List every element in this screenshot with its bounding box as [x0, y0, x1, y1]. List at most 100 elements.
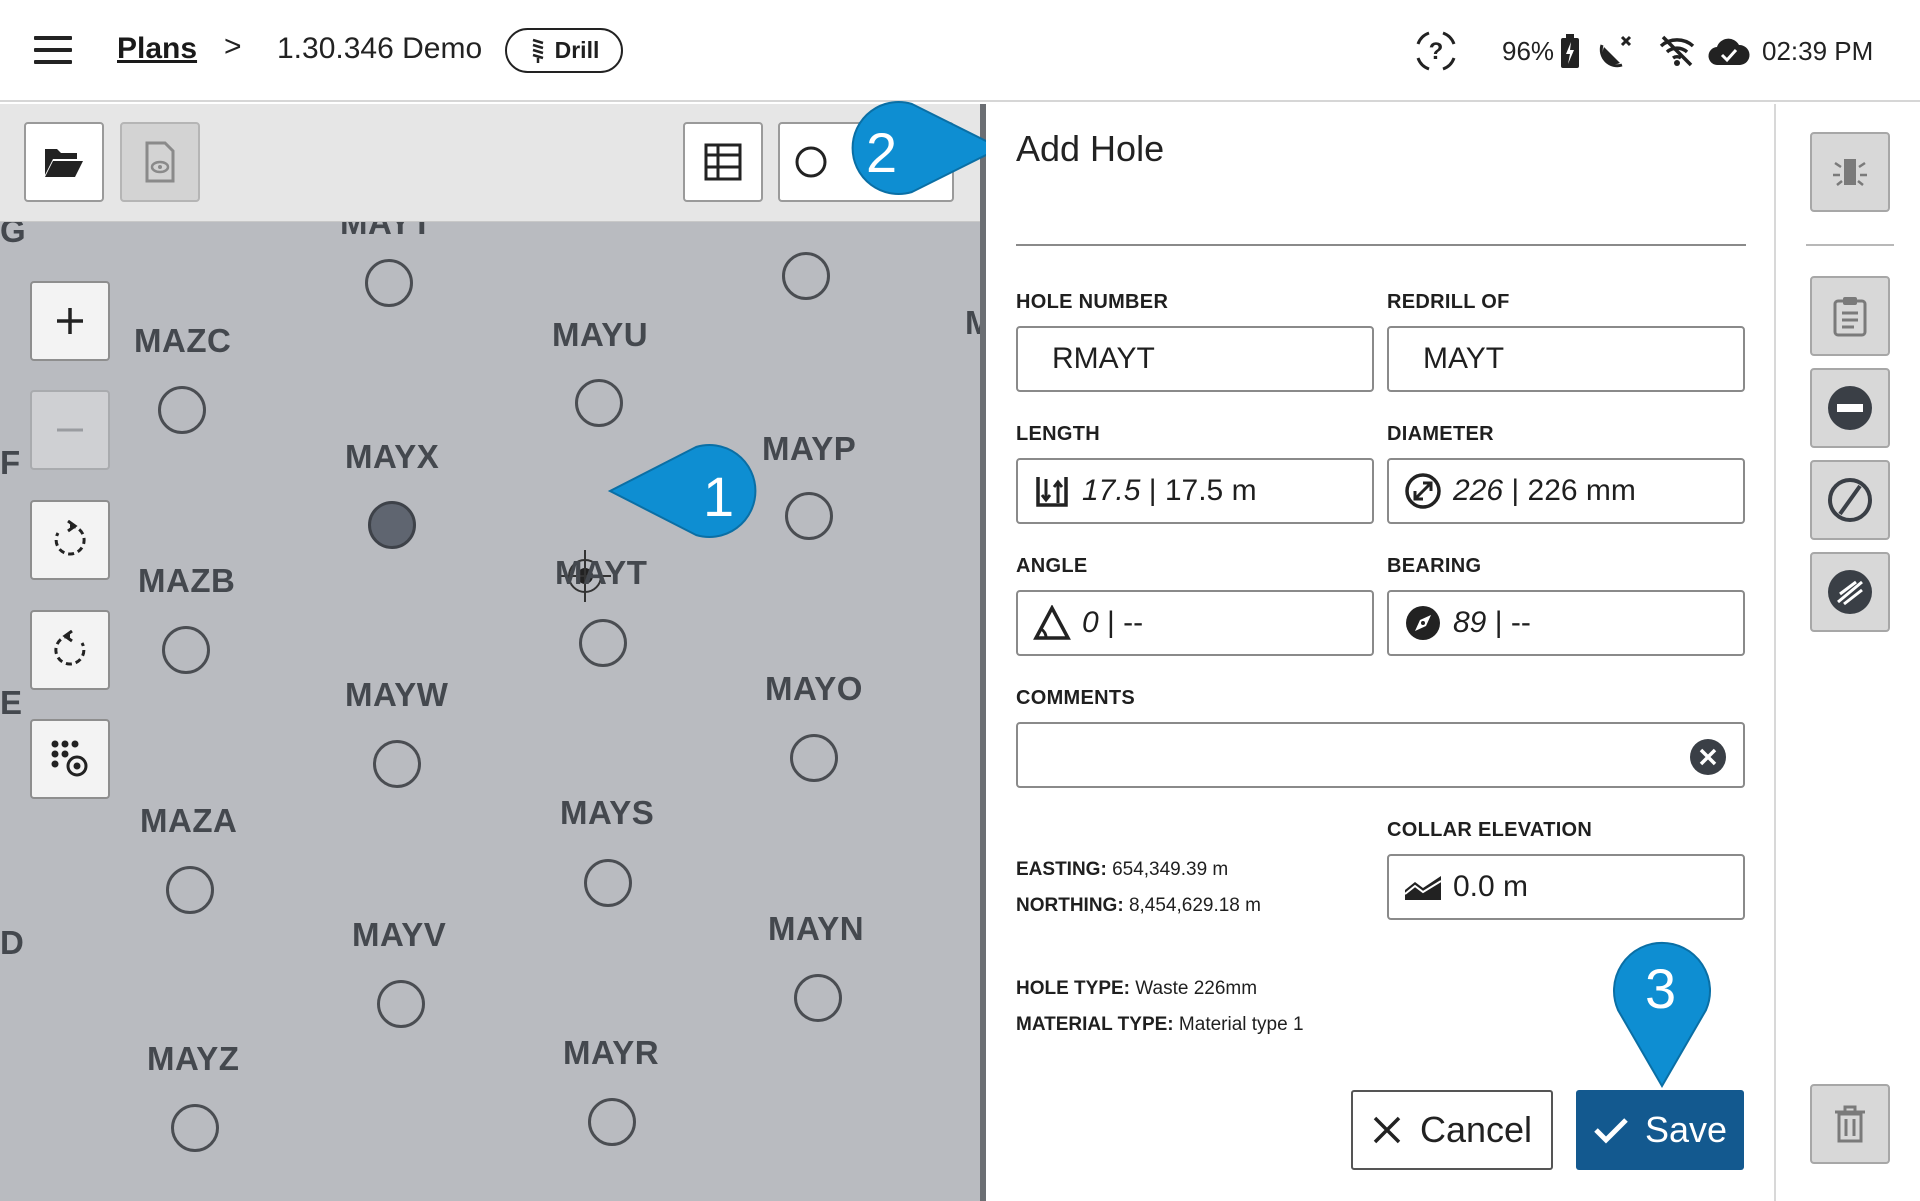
- cloud-synced-icon: [1708, 28, 1750, 74]
- zoom-out-button[interactable]: [30, 390, 110, 470]
- minus-circle-icon: [1828, 386, 1872, 430]
- hole-marker[interactable]: [162, 626, 210, 674]
- bearing-actual-value: | --: [1486, 606, 1531, 639]
- edge-label: D: [0, 924, 25, 961]
- hole-label: MAZA: [140, 802, 238, 839]
- bearing-label: BEARING: [1387, 555, 1482, 577]
- rotate-right-icon: [54, 520, 86, 556]
- cancel-button[interactable]: Cancel: [1351, 1090, 1553, 1170]
- hole-marker[interactable]: [588, 1098, 636, 1146]
- plan-map[interactable]: G MAYT M MAZC MAYU F MAYX MAYP MAZB MAYT…: [0, 104, 983, 1201]
- hole-marker-selected[interactable]: [368, 501, 416, 549]
- breadcrumb-current: 1.30.346 Demo: [277, 32, 483, 65]
- hole-marker[interactable]: [794, 974, 842, 1022]
- drill-mode-label: Drill: [554, 37, 600, 63]
- bearing-field[interactable]: 89 | --: [1387, 590, 1745, 656]
- hole-label: MAYU: [552, 316, 649, 353]
- rotate-counterclockwise-button[interactable]: [30, 610, 110, 690]
- top-app-bar: Plans > 1.30.346 Demo Drill ? 96% 02:39 …: [0, 0, 1920, 102]
- view-document-button[interactable]: [120, 122, 200, 202]
- easting-info: EASTING: 654,349.39 m: [1016, 859, 1228, 881]
- not-drilled-button[interactable]: [1810, 460, 1890, 540]
- svg-text:?: ?: [1429, 38, 1444, 65]
- hole-marker[interactable]: [584, 859, 632, 907]
- material-type-info: MATERIAL TYPE: Material type 1: [1016, 1014, 1304, 1036]
- hole-label: MAYT: [555, 554, 648, 591]
- northing-value: 8,454,629.18 m: [1128, 895, 1261, 916]
- diameter-actual-value: | 226 mm: [1503, 474, 1636, 507]
- collapse-hole-button[interactable]: [1810, 552, 1890, 632]
- split-hole-button[interactable]: [1810, 132, 1890, 212]
- hole-label: MAYX: [345, 438, 440, 475]
- hole-marker[interactable]: [373, 740, 421, 788]
- hole-marker[interactable]: [575, 379, 623, 427]
- clipboard-button[interactable]: [1810, 276, 1890, 356]
- save-button[interactable]: Save: [1576, 1090, 1744, 1170]
- hole-marker[interactable]: [782, 252, 830, 300]
- gps-off-icon: [1598, 28, 1634, 74]
- hole-type-value: Waste 226mm: [1135, 978, 1258, 999]
- dots-target-icon: [51, 740, 88, 777]
- divider: [1016, 244, 1746, 246]
- length-icon: [1032, 471, 1072, 511]
- hole-number-label: HOLE NUMBER: [1016, 291, 1169, 313]
- rail-divider: [1806, 244, 1894, 246]
- hole-type-info: HOLE TYPE: Waste 226mm: [1016, 978, 1257, 1000]
- callout-number-3: 3: [1645, 957, 1677, 1020]
- hole-label: MAYV: [352, 916, 447, 953]
- material-type-value: Material type 1: [1178, 1014, 1304, 1035]
- block-icon: [1828, 478, 1872, 522]
- hole-marker[interactable]: [171, 1104, 219, 1152]
- comments-field[interactable]: [1016, 722, 1745, 788]
- angle-field[interactable]: 0 | --: [1016, 590, 1374, 656]
- redrill-of-field[interactable]: MAYT: [1387, 326, 1745, 392]
- hole-label: MAYN: [768, 910, 865, 947]
- hole-label: MAYW: [345, 676, 449, 713]
- right-action-rail: [1774, 104, 1920, 1201]
- hole-marker[interactable]: [158, 386, 206, 434]
- comments-label: COMMENTS: [1016, 687, 1136, 709]
- breadcrumb-plans-link[interactable]: Plans: [117, 32, 197, 66]
- hole-marker[interactable]: [365, 259, 413, 307]
- save-label: Save: [1644, 1109, 1728, 1150]
- callout-marker-2: [851, 101, 1003, 195]
- clear-icon[interactable]: [1689, 738, 1727, 776]
- open-plan-button[interactable]: [24, 122, 104, 202]
- elevation-icon: [1403, 867, 1443, 907]
- hole-label: MAYR: [563, 1034, 660, 1071]
- hole-burst-icon: [1833, 159, 1867, 186]
- diameter-design-value: 226: [1453, 474, 1504, 507]
- compass-icon: [1403, 603, 1443, 643]
- table-view-button[interactable]: [683, 122, 763, 202]
- drill-mode-chip[interactable]: Drill: [505, 28, 623, 73]
- hole-label: MAYS: [560, 794, 655, 831]
- rotate-clockwise-button[interactable]: [30, 500, 110, 580]
- breadcrumb-separator: >: [224, 30, 242, 63]
- callout-number-2: 2: [866, 121, 898, 184]
- length-field[interactable]: 17.5 | 17.5 m: [1016, 458, 1374, 524]
- hole-marker[interactable]: [377, 980, 425, 1028]
- trash-icon: [1835, 1105, 1865, 1143]
- collar-elevation-field[interactable]: 0.0 m: [1387, 854, 1745, 920]
- bearing-design-value: 89: [1453, 606, 1487, 639]
- callout-number-1: 1: [703, 465, 735, 528]
- zoom-in-button[interactable]: [30, 281, 110, 361]
- easting-value: 654,349.39 m: [1112, 859, 1229, 880]
- rotate-left-icon: [54, 630, 86, 666]
- folder-open-icon: [45, 149, 83, 177]
- hole-marker[interactable]: [579, 619, 627, 667]
- delete-button[interactable]: [1810, 1084, 1890, 1164]
- menu-icon[interactable]: [34, 36, 72, 64]
- help-icon[interactable]: ?: [1413, 28, 1459, 74]
- diameter-label: DIAMETER: [1387, 423, 1494, 445]
- diameter-field[interactable]: 226 | 226 mm: [1387, 458, 1745, 524]
- hole-marker[interactable]: [790, 734, 838, 782]
- remove-button[interactable]: [1810, 368, 1890, 448]
- drill-bit-icon: [532, 38, 543, 63]
- table-icon: [704, 143, 742, 181]
- clipboard-icon: [1833, 297, 1867, 337]
- locate-holes-button[interactable]: [30, 719, 110, 799]
- hole-number-field[interactable]: RMAYT: [1016, 326, 1374, 392]
- hole-marker[interactable]: [166, 866, 214, 914]
- length-actual-value: | 17.5 m: [1140, 474, 1257, 507]
